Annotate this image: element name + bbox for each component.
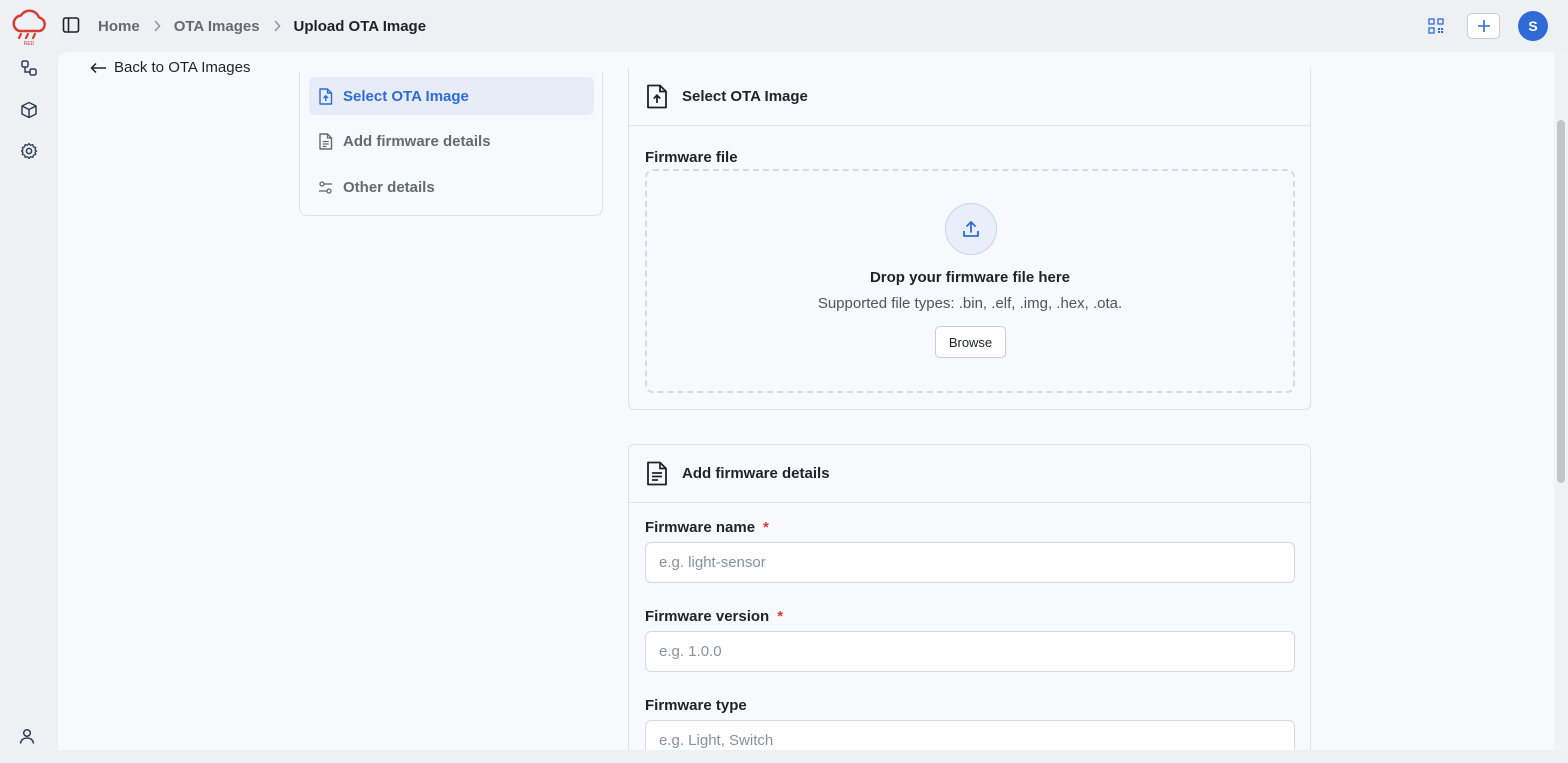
user-profile-icon[interactable] [17, 726, 37, 746]
label-text: Firmware name [645, 519, 756, 536]
back-link[interactable]: Back to OTA Images [90, 59, 250, 76]
logo-text: RED [24, 41, 35, 47]
package-icon[interactable] [19, 100, 39, 120]
scrollbar-thumb[interactable] [1557, 120, 1565, 483]
upload-icon [945, 203, 997, 255]
chevron-right-icon [153, 20, 161, 32]
sidebar-toggle-icon[interactable] [62, 16, 80, 34]
document-icon [319, 132, 333, 150]
arrow-left-icon [90, 62, 106, 73]
firmware-details-card: Add firmware details Firmware name * Firm… [628, 444, 1311, 750]
plus-icon [1477, 20, 1490, 32]
step-label: Add firmware details [343, 132, 491, 150]
firmware-file-label: Firmware file [645, 149, 738, 166]
top-bar: RED Home OTA Images Upload OTA Image S [0, 0, 1568, 52]
nodes-icon[interactable] [19, 58, 39, 78]
main-panel: Back to OTA Images Select OTA Image Add … [58, 52, 1554, 750]
document-icon [647, 461, 667, 486]
card-title: Select OTA Image [682, 88, 808, 105]
step-label: Select OTA Image [343, 87, 469, 105]
firmware-name-label: Firmware name * [645, 519, 769, 536]
card-header: Select OTA Image [629, 68, 1310, 126]
card-title: Add firmware details [682, 465, 830, 482]
select-ota-image-card: Select OTA Image Firmware file Drop your… [628, 68, 1311, 410]
step-label: Other details [343, 178, 435, 196]
firmware-name-input[interactable] [645, 542, 1295, 583]
label-text: Firmware version [645, 608, 770, 625]
step-select-ota-image[interactable]: Select OTA Image [309, 77, 594, 115]
breadcrumb-home[interactable]: Home [98, 18, 140, 35]
required-mark: * [763, 519, 769, 536]
card-header: Add firmware details [629, 445, 1310, 503]
step-add-firmware-details[interactable]: Add firmware details [309, 120, 594, 162]
firmware-version-label: Firmware version * [645, 608, 783, 625]
file-upload-icon [319, 87, 333, 105]
steps-nav: Select OTA Image Add firmware details Ot… [299, 72, 603, 216]
browse-button[interactable]: Browse [935, 326, 1006, 358]
file-upload-icon [647, 84, 667, 109]
required-mark: * [777, 608, 784, 625]
breadcrumb-ota-images[interactable]: OTA Images [174, 18, 260, 35]
dropzone-subtitle: Supported file types: .bin, .elf, .img, … [817, 295, 1123, 312]
breadcrumb: Home OTA Images Upload OTA Image [98, 16, 426, 36]
firmware-type-label: Firmware type [645, 697, 747, 714]
brand-logo[interactable]: RED [9, 5, 49, 47]
back-link-label: Back to OTA Images [114, 59, 251, 76]
dropzone-title: Drop your firmware file here [869, 269, 1071, 286]
firmware-type-input[interactable] [645, 720, 1295, 750]
chevron-right-icon [273, 20, 281, 32]
firmware-version-input[interactable] [645, 631, 1295, 672]
sliders-icon [319, 180, 332, 194]
firmware-dropzone[interactable]: Drop your firmware file here Supported f… [645, 169, 1295, 393]
settings-gear-icon[interactable] [19, 141, 39, 161]
step-other-details[interactable]: Other details [309, 166, 594, 208]
avatar[interactable]: S [1518, 11, 1548, 41]
qr-code-icon[interactable] [1425, 15, 1447, 37]
breadcrumb-current: Upload OTA Image [293, 17, 427, 35]
add-button[interactable] [1467, 13, 1500, 39]
